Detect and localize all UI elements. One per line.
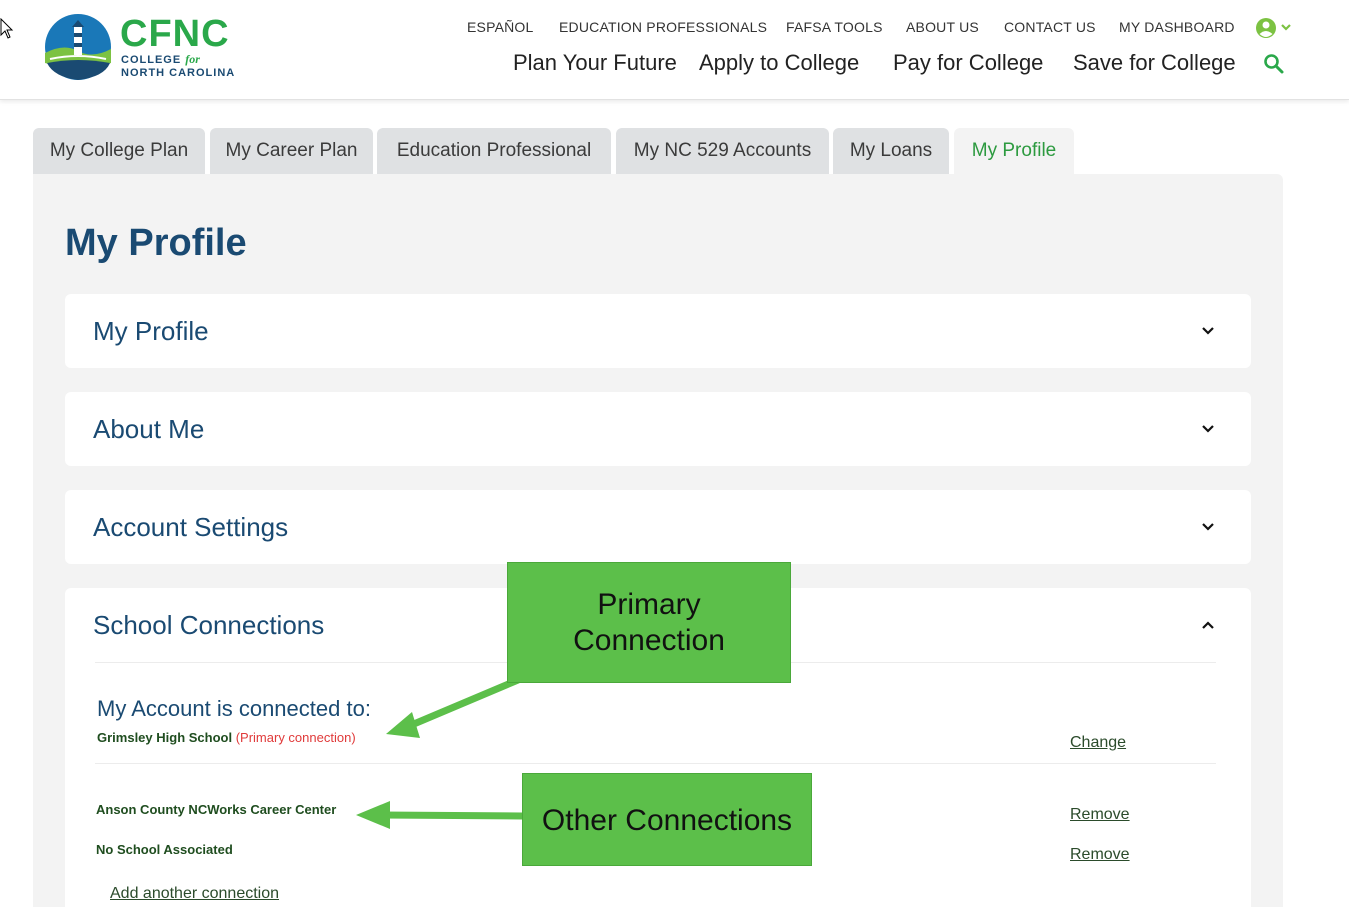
nav-pay-for-college[interactable]: Pay for College — [893, 50, 1043, 76]
divider — [95, 763, 1216, 764]
user-account-icon[interactable] — [1256, 17, 1292, 39]
other-school-name: No School Associated — [96, 842, 233, 857]
chevron-down-icon — [1202, 523, 1214, 531]
accordion-my-profile[interactable]: My Profile — [65, 294, 1251, 368]
tab-education-professional[interactable]: Education Professional — [377, 128, 611, 174]
annotation-other-connections: Other Connections — [522, 773, 812, 866]
accordion-account-settings[interactable]: Account Settings — [65, 490, 1251, 564]
accordion-title: Account Settings — [93, 512, 289, 542]
annotation-primary-line2: Connection — [573, 624, 725, 657]
tab-my-career-plan[interactable]: My Career Plan — [210, 128, 373, 174]
primary-school-name: Grimsley High School — [97, 730, 233, 745]
tab-my-profile[interactable]: My Profile — [954, 128, 1074, 174]
nav-plan-your-future[interactable]: Plan Your Future — [513, 50, 677, 76]
nav-apply-to-college[interactable]: Apply to College — [699, 50, 859, 76]
utility-link-espanol[interactable]: ESPAÑOL — [467, 19, 534, 35]
utility-link-my-dashboard[interactable]: MY DASHBOARD — [1119, 19, 1235, 35]
tab-my-loans[interactable]: My Loans — [833, 128, 949, 174]
primary-connection-note: (Primary connection) — [235, 730, 356, 745]
chevron-down-icon — [1202, 327, 1214, 335]
accordion-title: About Me — [93, 414, 205, 444]
accordion-about-me[interactable]: About Me — [65, 392, 1251, 466]
remove-connection-link[interactable]: Remove — [1070, 846, 1130, 864]
tab-my-nc-529-accounts[interactable]: My NC 529 Accounts — [616, 128, 829, 174]
chevron-up-icon[interactable] — [1201, 618, 1215, 632]
add-connection-link[interactable]: Add another connection — [110, 885, 279, 903]
chevron-down-icon — [1202, 425, 1214, 433]
site-header: CFNC COLLEGE for NORTH CAROLINA ESPAÑOL … — [0, 0, 1349, 100]
utility-link-education-professionals[interactable]: EDUCATION PROFESSIONALS — [559, 19, 767, 35]
page-title: My Profile — [65, 222, 247, 264]
change-primary-link[interactable]: Change — [1070, 734, 1126, 752]
connections-heading: My Account is connected to: — [97, 696, 371, 721]
logo-for-text: for — [185, 52, 200, 66]
tab-my-college-plan[interactable]: My College Plan — [33, 128, 205, 174]
utility-nav: ESPAÑOL EDUCATION PROFESSIONALS FAFSA TO… — [0, 19, 1349, 39]
logo-subtitle-line1: COLLEGE for — [121, 52, 200, 67]
utility-link-fafsa-tools[interactable]: FAFSA TOOLS — [786, 19, 883, 35]
utility-link-contact-us[interactable]: CONTACT US — [1004, 19, 1096, 35]
annotation-primary-connection: Primary Connection — [507, 562, 791, 683]
annotation-primary-line1: Primary — [597, 588, 701, 621]
remove-connection-link[interactable]: Remove — [1070, 806, 1130, 824]
accordion-title[interactable]: School Connections — [93, 610, 324, 641]
accordion-title: My Profile — [93, 316, 209, 346]
logo-subtitle-line2: NORTH CAROLINA — [121, 67, 236, 79]
primary-school: Grimsley High School (Primary connection… — [97, 730, 356, 745]
other-school-name: Anson County NCWorks Career Center — [96, 802, 337, 817]
logo-college-text: COLLEGE — [121, 54, 186, 66]
nav-save-for-college[interactable]: Save for College — [1073, 50, 1236, 76]
utility-link-about-us[interactable]: ABOUT US — [906, 19, 979, 35]
search-icon[interactable] — [1263, 53, 1285, 75]
mouse-cursor-icon — [0, 18, 14, 39]
